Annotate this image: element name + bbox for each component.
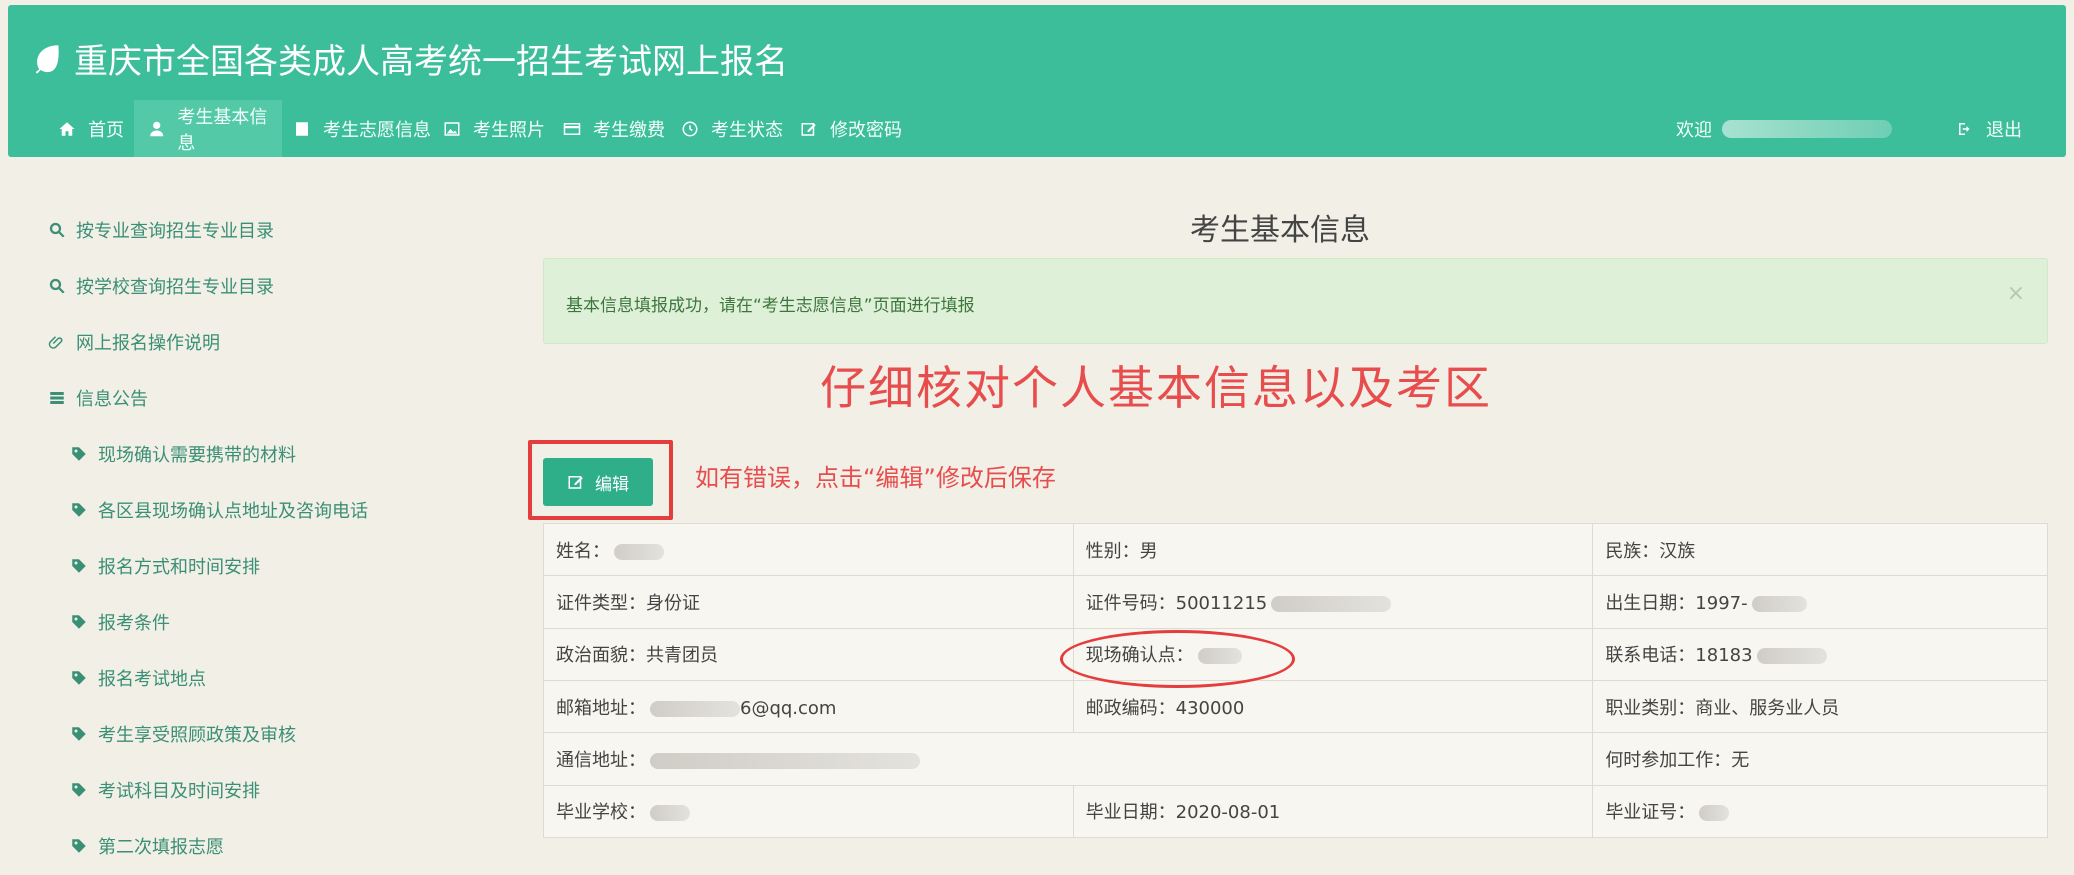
top-header: 重庆市全国各类成人高考统一招生考试网上报名 首页 考生基本信息 考生志愿信息 考…: [8, 5, 2066, 157]
main-nav: 首页 考生基本信息 考生志愿信息 考生照片 考生缴费 考生状态 修改密码 欢迎: [8, 100, 2066, 157]
annotation-circle: [1060, 630, 1295, 688]
cert-number-cell: 毕业证号：: [1592, 784, 2048, 839]
table-row: 通信地址： 何时参加工作：无: [542, 732, 2048, 786]
sidebar-item-conditions[interactable]: 报考条件: [70, 609, 170, 635]
search-icon: [49, 222, 65, 238]
sidebar-item-second-preference[interactable]: 第二次填报志愿: [70, 833, 224, 859]
redacted-value: [650, 805, 690, 822]
edit-button[interactable]: 编辑: [543, 458, 653, 506]
nav-payment[interactable]: 考生缴费: [563, 100, 683, 157]
sidebar-item-schedule[interactable]: 报名方式和时间安排: [70, 553, 260, 579]
sidebar-item-subjects[interactable]: 考试科目及时间安排: [70, 777, 260, 803]
paperclip-icon: [48, 336, 63, 349]
list-icon: [50, 392, 64, 404]
postcode-cell: 邮政编码：430000: [1072, 679, 1594, 734]
sidebar-item-locations[interactable]: 报名考试地点: [70, 665, 206, 691]
sidebar-item-policy[interactable]: 考生享受照顾政策及审核: [70, 721, 296, 747]
table-row: 政治面貌：共青团员 现场确认点： 联系电话：18183: [543, 627, 2048, 681]
sidebar-item-announcements[interactable]: 信息公告: [48, 385, 148, 411]
birth-date-cell: 出生日期：1997-: [1592, 575, 2048, 629]
table-row: 邮箱地址： 6@qq.com 邮政编码：430000 职业类别：商业、服务业人员: [543, 679, 2048, 734]
redacted-value: [1271, 595, 1392, 612]
welcome-label: 欢迎: [1676, 119, 1712, 141]
redacted-value: [1756, 648, 1827, 665]
school-cell: 毕业学校：: [543, 784, 1074, 839]
grad-date-cell: 毕业日期：2020-08-01: [1072, 784, 1594, 839]
card-icon: [563, 122, 581, 135]
redacted-value: [650, 700, 740, 717]
home-icon: [59, 121, 75, 136]
welcome-area: 欢迎: [1676, 100, 1892, 157]
tag-icon: [72, 727, 86, 741]
phone-cell: 联系电话：18183: [1592, 627, 2048, 681]
edit-icon: [801, 122, 816, 136]
image-icon: [444, 121, 460, 136]
redacted-value: [1699, 805, 1730, 822]
edit-icon: [568, 476, 583, 489]
redacted-value: [650, 752, 920, 769]
table-row: 毕业学校： 毕业日期：2020-08-01 毕业证号：: [543, 784, 2048, 839]
sidebar-item-materials[interactable]: 现场确认需要携带的材料: [70, 441, 296, 467]
sidebar-item-confirm-addresses[interactable]: 各区县现场确认点地址及咨询电话: [70, 497, 368, 523]
tag-icon: [72, 559, 86, 573]
basic-info-table: 姓名： 性别：男 民族：汉族 证件类型：身份证 证件号码：50011215 出生…: [542, 522, 2048, 839]
tag-icon: [72, 615, 86, 629]
alert-message: 基本信息填报成功，请在“考生志愿信息”页面进行填报: [566, 296, 975, 316]
sidebar-item-search-major[interactable]: 按专业查询招生专业目录: [48, 217, 274, 243]
sidebar-item-search-school[interactable]: 按学校查询招生专业目录: [48, 273, 274, 299]
alert-close-button[interactable]: ×: [2007, 281, 2025, 306]
email-cell: 邮箱地址： 6@qq.com: [543, 679, 1074, 734]
political-cell: 政治面貌：共青团员: [543, 627, 1074, 681]
tag-icon: [72, 839, 86, 853]
id-type-cell: 证件类型：身份证: [543, 575, 1074, 629]
nav-status[interactable]: 考生状态: [681, 100, 801, 157]
gender-cell: 性别：男: [1072, 522, 1594, 577]
redacted-value: [1751, 595, 1807, 612]
nav-change-password[interactable]: 修改密码: [800, 100, 920, 157]
tag-icon: [72, 447, 86, 461]
site-brand[interactable]: 重庆市全国各类成人高考统一招生考试网上报名: [30, 33, 788, 83]
book-icon: [296, 121, 308, 136]
clock-icon: [682, 121, 698, 136]
user-icon: [150, 121, 164, 136]
page-title: 考生基本信息: [1190, 213, 1370, 248]
sidebar-item-guide[interactable]: 网上报名操作说明: [48, 329, 220, 355]
tag-icon: [72, 671, 86, 685]
site-title: 重庆市全国各类成人高考统一招生考试网上报名: [74, 41, 788, 82]
address-cell: 通信地址：: [542, 732, 1594, 786]
nav-preference-info[interactable]: 考生志愿信息: [293, 100, 433, 157]
ethnicity-cell: 民族：汉族: [1592, 522, 2048, 577]
name-cell: 姓名：: [543, 522, 1074, 577]
nav-home[interactable]: 首页: [48, 100, 134, 157]
table-row: 证件类型：身份证 证件号码：50011215 出生日期：1997-: [543, 575, 2048, 629]
leaf-icon: [35, 45, 59, 74]
id-number-cell: 证件号码：50011215: [1072, 575, 1594, 629]
nav-basic-info[interactable]: 考生基本信息: [134, 100, 282, 157]
logout-icon: [1959, 122, 1970, 135]
redacted-value: [614, 543, 664, 560]
logout-button[interactable]: 退出: [1956, 100, 2036, 157]
work-start-cell: 何时参加工作：无: [1592, 732, 2048, 786]
username-redacted: [1722, 119, 1892, 138]
nav-photo[interactable]: 考生照片: [443, 100, 563, 157]
annotation-hint: 如有错误，点击“编辑”修改后保存: [695, 464, 1056, 492]
occupation-cell: 职业类别：商业、服务业人员: [1592, 679, 2048, 734]
success-alert: 基本信息填报成功，请在“考生志愿信息”页面进行填报 ×: [543, 258, 2048, 344]
tag-icon: [72, 503, 86, 517]
annotation-title: 仔细核对个人基本信息以及考区: [820, 361, 1492, 415]
tag-icon: [72, 783, 86, 797]
table-row: 姓名： 性别：男 民族：汉族: [543, 522, 2048, 577]
search-icon: [49, 278, 65, 294]
